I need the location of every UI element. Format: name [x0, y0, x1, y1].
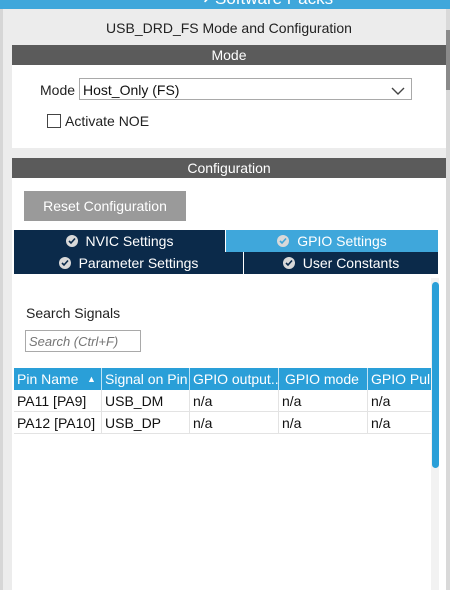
- mode-select[interactable]: Host_Only (FS): [79, 78, 412, 100]
- panel-title: USB_DRD_FS Mode and Configuration: [106, 20, 352, 36]
- table-cell[interactable]: n/a: [368, 412, 432, 434]
- table-cell[interactable]: USB_DP: [102, 412, 190, 434]
- check-circle-icon: [282, 257, 295, 269]
- table-cell[interactable]: n/a: [190, 390, 279, 412]
- configuration-panel: Configuration Reset Configuration NVIC S…: [12, 158, 446, 590]
- column-header-pin-name[interactable]: Pin Name ▲: [14, 368, 102, 390]
- table-cell[interactable]: n/a: [190, 412, 279, 434]
- activate-noe-label: Activate NOE: [65, 113, 150, 129]
- arrow-icon: ➜: [198, 0, 210, 7]
- mode-section-header: Mode: [12, 45, 446, 65]
- table-cell[interactable]: n/a: [279, 390, 368, 412]
- tab-gpio-settings[interactable]: GPIO Settings: [226, 230, 438, 252]
- mode-label: Mode: [40, 82, 76, 98]
- reset-configuration-button[interactable]: Reset Configuration: [24, 191, 186, 221]
- activate-noe-checkbox[interactable]: [47, 114, 61, 128]
- configuration-section-header: Configuration: [12, 158, 446, 178]
- table-cell[interactable]: USB_DM: [102, 390, 190, 412]
- table-cell[interactable]: PA11 [PA9]: [14, 390, 102, 412]
- table-cell[interactable]: n/a: [368, 390, 432, 412]
- tab-user-constants[interactable]: User Constants: [244, 252, 438, 274]
- mode-select-value: Host_Only (FS): [83, 82, 180, 98]
- table-cell[interactable]: PA12 [PA10]: [14, 412, 102, 434]
- check-circle-icon: [58, 257, 71, 269]
- tab-label: Parameter Settings: [78, 255, 199, 271]
- sort-icon: ▲: [87, 374, 96, 384]
- tab-nvic-settings[interactable]: NVIC Settings: [14, 230, 225, 252]
- tab-parameter-settings[interactable]: Parameter Settings: [14, 252, 243, 274]
- search-input[interactable]: [25, 330, 141, 352]
- check-circle-icon: [65, 235, 78, 247]
- column-header-signal-on-pin[interactable]: Signal on Pin: [102, 368, 190, 390]
- tab-label: GPIO Settings: [297, 233, 387, 249]
- check-circle-icon: [277, 235, 290, 247]
- mode-panel: Mode Mode Host_Only (FS) Activate NOE: [12, 45, 446, 148]
- tab-label: User Constants: [302, 255, 400, 271]
- left-edge: [0, 9, 3, 590]
- column-header-gpio-mode[interactable]: GPIO mode: [279, 368, 368, 390]
- column-header-gpio-pull[interactable]: GPIO Pull: [368, 368, 432, 390]
- top-banner: ➜ Software Packs: [0, 0, 450, 9]
- outer-scrollbar-thumb[interactable]: [446, 30, 450, 90]
- outer-scrollbar[interactable]: [446, 9, 450, 590]
- tab-label: NVIC Settings: [85, 233, 174, 249]
- scrollbar-thumb[interactable]: [432, 282, 439, 468]
- chevron-down-icon: [391, 83, 405, 101]
- column-header-gpio-output[interactable]: GPIO output...: [190, 368, 279, 390]
- software-packs-label[interactable]: Software Packs: [215, 0, 333, 9]
- search-signals-label: Search Signals: [26, 305, 121, 321]
- table-cell[interactable]: n/a: [279, 412, 368, 434]
